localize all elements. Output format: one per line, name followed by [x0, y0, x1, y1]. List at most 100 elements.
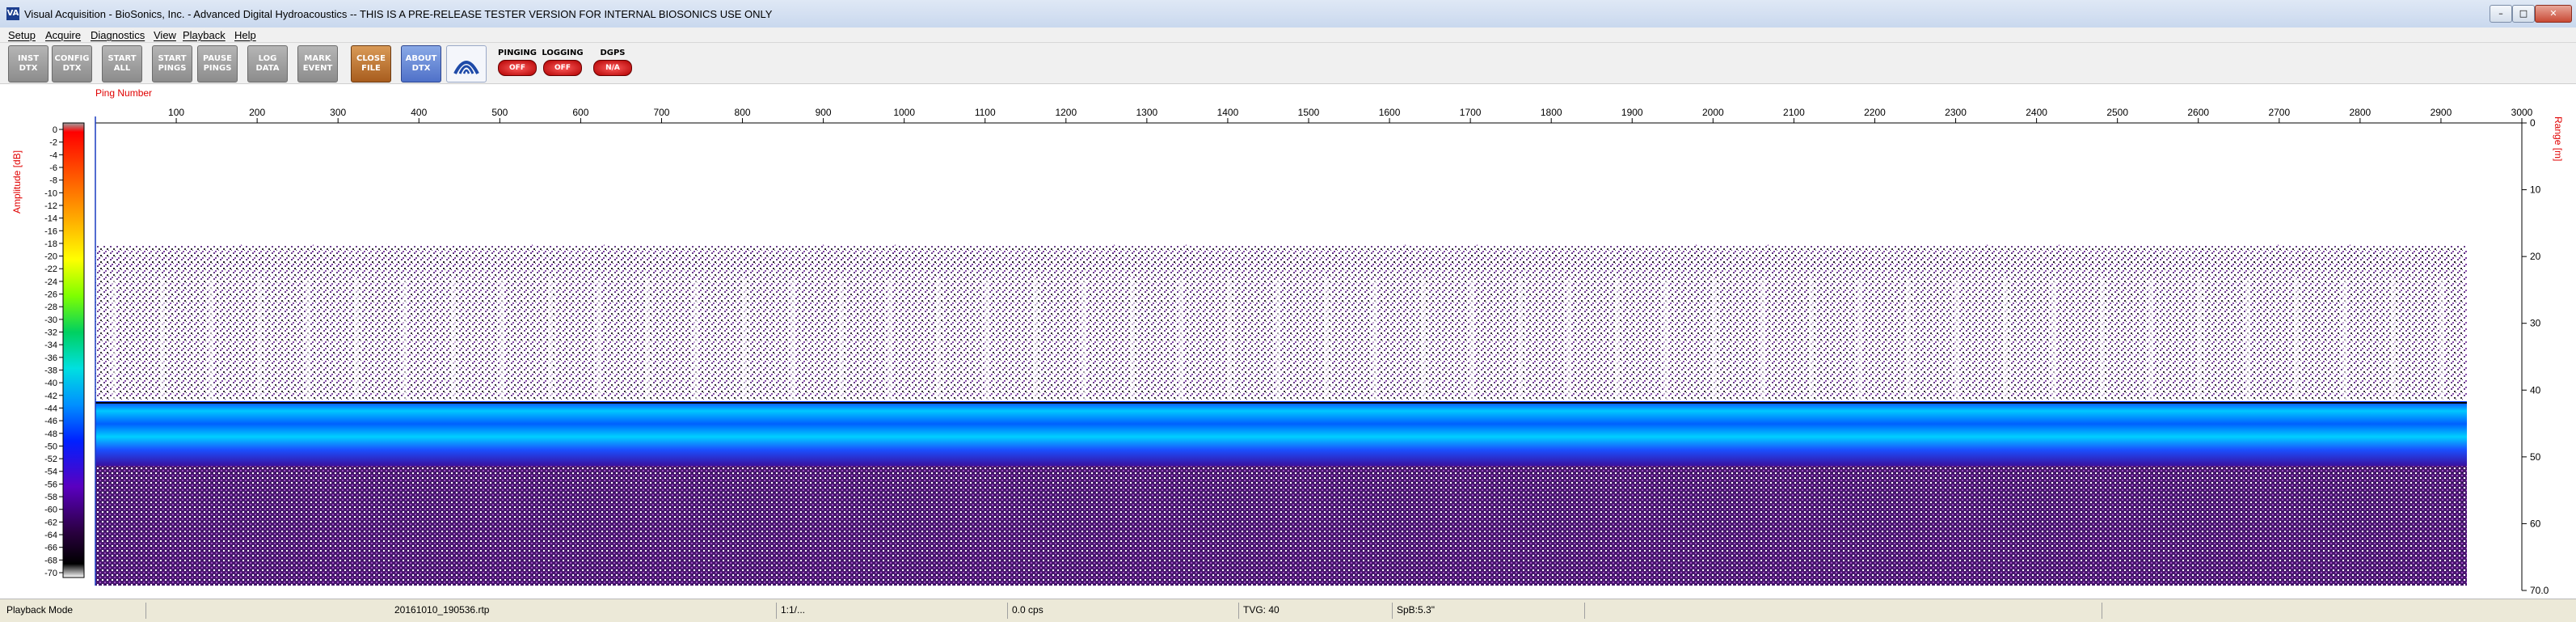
amplitude-tick-label: -56 [44, 480, 57, 489]
logging-label: LOGGING [542, 49, 584, 57]
plume-gap [887, 278, 892, 400]
ping-tick-label: 2600 [2187, 107, 2209, 118]
mark-event-button[interactable]: MARK EVENT [297, 45, 338, 83]
close-file-button[interactable]: CLOSE FILE [351, 45, 391, 83]
menu-playback[interactable]: Playback [183, 29, 226, 41]
ping-tick-label: 1600 [1379, 107, 1401, 118]
inst-dtx-button[interactable]: INST DTX [8, 45, 48, 83]
amplitude-tick-label: -68 [44, 556, 57, 565]
ping-tick-label: 300 [330, 107, 346, 118]
plume-gap [984, 278, 989, 400]
status-spb: SpB:5.3" [1397, 604, 1435, 616]
status-tvg: TVG: 40 [1243, 604, 1280, 616]
amplitude-tick-label: -44 [44, 404, 57, 413]
dgps-status: DGPS N/A [592, 45, 634, 81]
amplitude-tick-label: -6 [49, 163, 57, 173]
biosonics-logo-icon [453, 61, 479, 74]
sediment-echoes [95, 466, 2467, 586]
range-tick-label: 30 [2530, 318, 2541, 329]
log-data-button[interactable]: LOG DATA [247, 45, 288, 83]
plume-gap [1421, 278, 1426, 400]
ping-tick-label: 1700 [1460, 107, 1482, 118]
range-tick-label: 60 [2530, 518, 2541, 529]
plume-gap [1760, 278, 1765, 400]
plume-gap [936, 278, 941, 400]
status-bar: Playback Mode 20161010_190536.rtp 1:1/..… [0, 599, 2576, 622]
biosonics-logo-button[interactable] [446, 45, 487, 83]
config-dtx-button[interactable]: CONFIG DTX [52, 45, 92, 83]
logging-indicator: OFF [543, 60, 582, 76]
logging-status: LOGGING OFF [542, 45, 584, 81]
plume-gap [1178, 278, 1183, 400]
amplitude-tick-label: -34 [44, 341, 57, 350]
plume-gap [209, 278, 213, 400]
plume-gap [1033, 278, 1038, 400]
plume-gap [1712, 278, 1717, 400]
amplitude-tick-label: -16 [44, 226, 57, 236]
plume-gap [597, 278, 601, 400]
pause-pings-button[interactable]: PAUSE PINGS [197, 45, 238, 83]
ping-tick-label: 1900 [1621, 107, 1643, 118]
menu-setup[interactable]: Setup [8, 29, 36, 41]
plume-gap [839, 278, 844, 400]
plume-gap [694, 278, 698, 400]
ping-tick-label: 2300 [1945, 107, 1967, 118]
echogram-chart[interactable]: 0 -2 -4 -6 -8 -10 -12 -14 -16 -18 -20 -22 -24 -26 -28 -… [0, 84, 2576, 599]
plume-gap [500, 278, 504, 400]
menu-acquire[interactable]: Acquire [45, 29, 81, 41]
pinging-indicator: OFF [498, 60, 537, 76]
amplitude-tick-label: -8 [49, 176, 57, 186]
ping-tick-label: 2700 [2268, 107, 2290, 118]
plume-gap [1372, 278, 1377, 400]
about-dtx-button[interactable]: ABOUT DTX [401, 45, 441, 83]
plume-gap [1275, 278, 1280, 400]
amplitude-tick-label: -20 [44, 252, 57, 262]
amplitude-tick-label: -24 [44, 277, 57, 287]
range-tick-label: 50 [2530, 451, 2541, 463]
echogram-empty-strip [2467, 123, 2514, 586]
amplitude-color-scale [62, 122, 85, 578]
menu-diagnostics[interactable]: Diagnostics [91, 29, 145, 41]
plume-gap [1227, 278, 1232, 400]
maximize-button[interactable]: □ [2512, 5, 2535, 23]
plume-gap [2003, 278, 2008, 400]
status-rate: 0.0 cps [1012, 604, 1043, 616]
start-pings-button[interactable]: START PINGS [152, 45, 192, 83]
ping-tick-label: 1800 [1541, 107, 1562, 118]
ping-tick-label: 1000 [893, 107, 915, 118]
amplitude-tick-label: -38 [44, 366, 57, 375]
minimize-button[interactable]: – [2490, 5, 2512, 23]
ping-tick-label: 1200 [1055, 107, 1077, 118]
amplitude-tick-label: -60 [44, 506, 57, 515]
ping-tick-label: 1100 [975, 107, 996, 118]
plume-gap [257, 278, 262, 400]
amplitude-tick-label: -54 [44, 468, 57, 477]
amplitude-tick-label: -66 [44, 544, 57, 553]
plume-gap [451, 278, 456, 400]
echogram-panel: Ping Number Amplitude [dB] Range [m] 0 -2… [0, 84, 2576, 599]
amplitude-tick-label: -48 [44, 429, 57, 439]
close-button[interactable]: ✕ [2535, 5, 2572, 23]
amplitude-tick-label: -2 [49, 138, 57, 148]
status-ratio: 1:1/... [781, 604, 806, 616]
range-tick-label: 40 [2530, 384, 2541, 396]
start-all-button[interactable]: START ALL [102, 45, 142, 83]
menu-help[interactable]: Help [234, 29, 256, 41]
plume-gap [2100, 278, 2105, 400]
ping-tick-label: 900 [816, 107, 832, 118]
ping-tick-label: 1400 [1217, 107, 1239, 118]
amplitude-tick-label: -64 [44, 531, 57, 540]
plume-gap [306, 278, 310, 400]
amplitude-tick-label: -22 [44, 264, 57, 274]
dgps-indicator: N/A [593, 60, 632, 76]
ping-tick-label: 2800 [2350, 107, 2372, 118]
ping-tick-label: 600 [572, 107, 588, 118]
ping-tick-label: 1500 [1298, 107, 1320, 118]
plume-gap [645, 278, 650, 400]
amplitude-tick-label: -42 [44, 391, 57, 401]
plume-gap [1518, 278, 1523, 400]
ping-tick-label: 800 [735, 107, 751, 118]
menu-view[interactable]: View [154, 29, 176, 41]
plume-gap [1324, 278, 1329, 400]
amplitude-tick-label: -4 [49, 150, 57, 160]
